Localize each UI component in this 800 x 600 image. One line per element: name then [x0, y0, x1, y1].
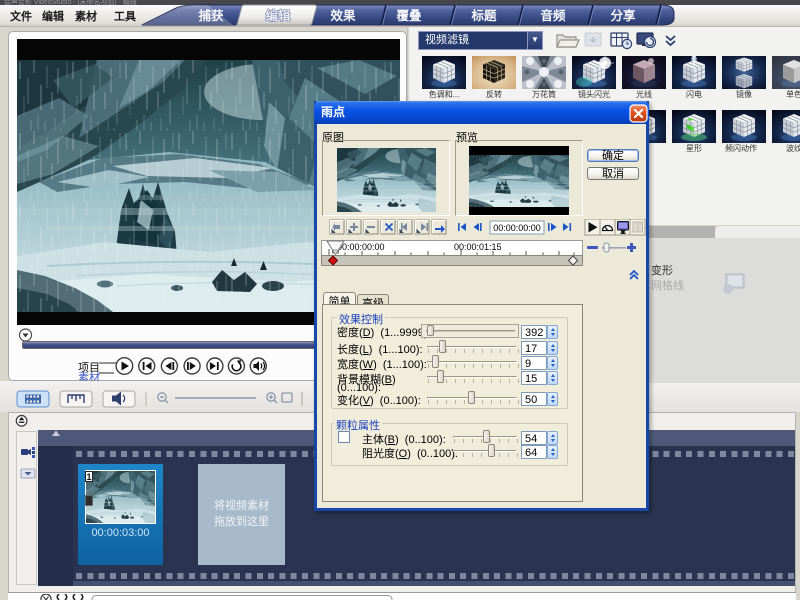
svg-text:覆叠: 覆叠 — [395, 8, 422, 23]
svg-text:分享: 分享 — [610, 8, 636, 23]
svg-text:音频: 音频 — [540, 8, 566, 23]
svg-text:捕获: 捕获 — [198, 8, 224, 23]
svg-text:00:00:00:00: 00:00:00:00 — [337, 242, 385, 252]
svg-text:00:00:00:00: 00:00:00:00 — [493, 223, 541, 233]
svg-text:标题: 标题 — [470, 8, 497, 23]
svg-text:效果: 效果 — [330, 8, 356, 23]
svg-text:00:00:01:15: 00:00:01:15 — [454, 242, 502, 252]
svg-text:编辑: 编辑 — [265, 8, 291, 23]
